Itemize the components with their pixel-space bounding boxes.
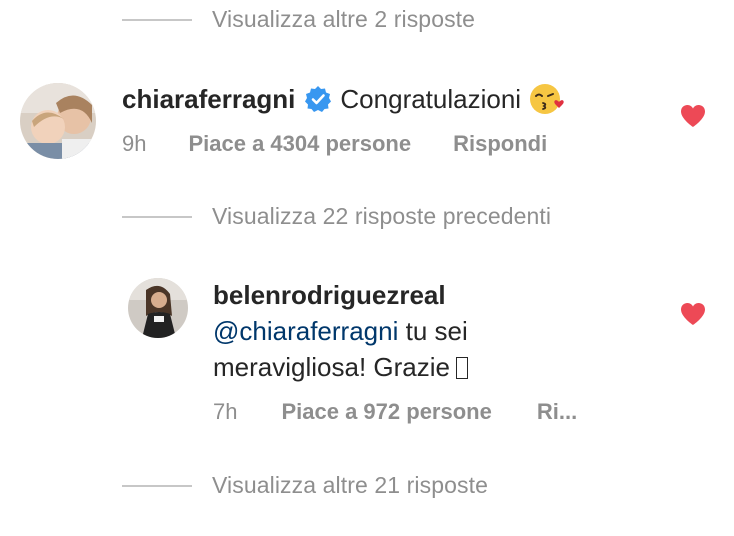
thread-line [122, 18, 192, 21]
like-heart-icon[interactable] [680, 104, 706, 133]
timestamp: 7h [213, 399, 238, 424]
comment-text-part: tu sei [398, 316, 468, 346]
comment-text: Congratulazioni [340, 83, 522, 114]
comment-text-2: @chiaraferragni tu sei meravigliosa! Gra… [213, 313, 468, 385]
comment-meta-1: 9h Piace a 4304 persone Rispondi [122, 131, 547, 157]
view-more-label[interactable]: Visualizza altre 21 risposte [212, 472, 488, 499]
kissing-face-emoji-icon [529, 82, 565, 116]
likes-count[interactable]: Piace a 972 persone [281, 399, 491, 425]
view-more-label[interactable]: Visualizza altre 2 risposte [212, 6, 475, 33]
comment-text-part: meravigliosa! Grazie [213, 352, 450, 382]
comments-thread: Visualizza altre 2 risposte chiaraferrag… [0, 0, 734, 536]
view-more-replies-bottom[interactable]: Visualizza altre 21 risposte [122, 472, 488, 499]
username[interactable]: belenrodriguezreal [213, 280, 446, 311]
comment-line-2: meravigliosa! Grazie [213, 349, 468, 385]
thread-line [122, 215, 192, 218]
comment-header-1: chiaraferragni Congratulazioni [122, 82, 565, 116]
missing-glyph-icon [455, 357, 468, 379]
timestamp: 9h [122, 131, 147, 156]
thread-line [122, 484, 192, 487]
comment-line-1: @chiaraferragni tu sei [213, 313, 468, 349]
like-heart-icon[interactable] [680, 302, 706, 331]
avatar-chiaraferragni[interactable] [20, 83, 96, 159]
avatar-belenrodriguezreal[interactable] [128, 278, 188, 338]
comment-header-2: belenrodriguezreal [213, 280, 446, 311]
mention-link[interactable]: @chiaraferragni [213, 316, 398, 346]
comment-meta-2: 7h Piace a 972 persone Ri... [213, 399, 577, 425]
verified-badge-icon [304, 85, 332, 113]
view-previous-replies[interactable]: Visualizza 22 risposte precedenti [122, 203, 551, 230]
username[interactable]: chiaraferragni [122, 84, 295, 115]
likes-count[interactable]: Piace a 4304 persone [188, 131, 411, 157]
reply-button[interactable]: Ri... [537, 399, 577, 425]
view-previous-label[interactable]: Visualizza 22 risposte precedenti [212, 203, 551, 230]
reply-button[interactable]: Rispondi [453, 131, 547, 157]
view-more-replies-top[interactable]: Visualizza altre 2 risposte [122, 6, 475, 33]
